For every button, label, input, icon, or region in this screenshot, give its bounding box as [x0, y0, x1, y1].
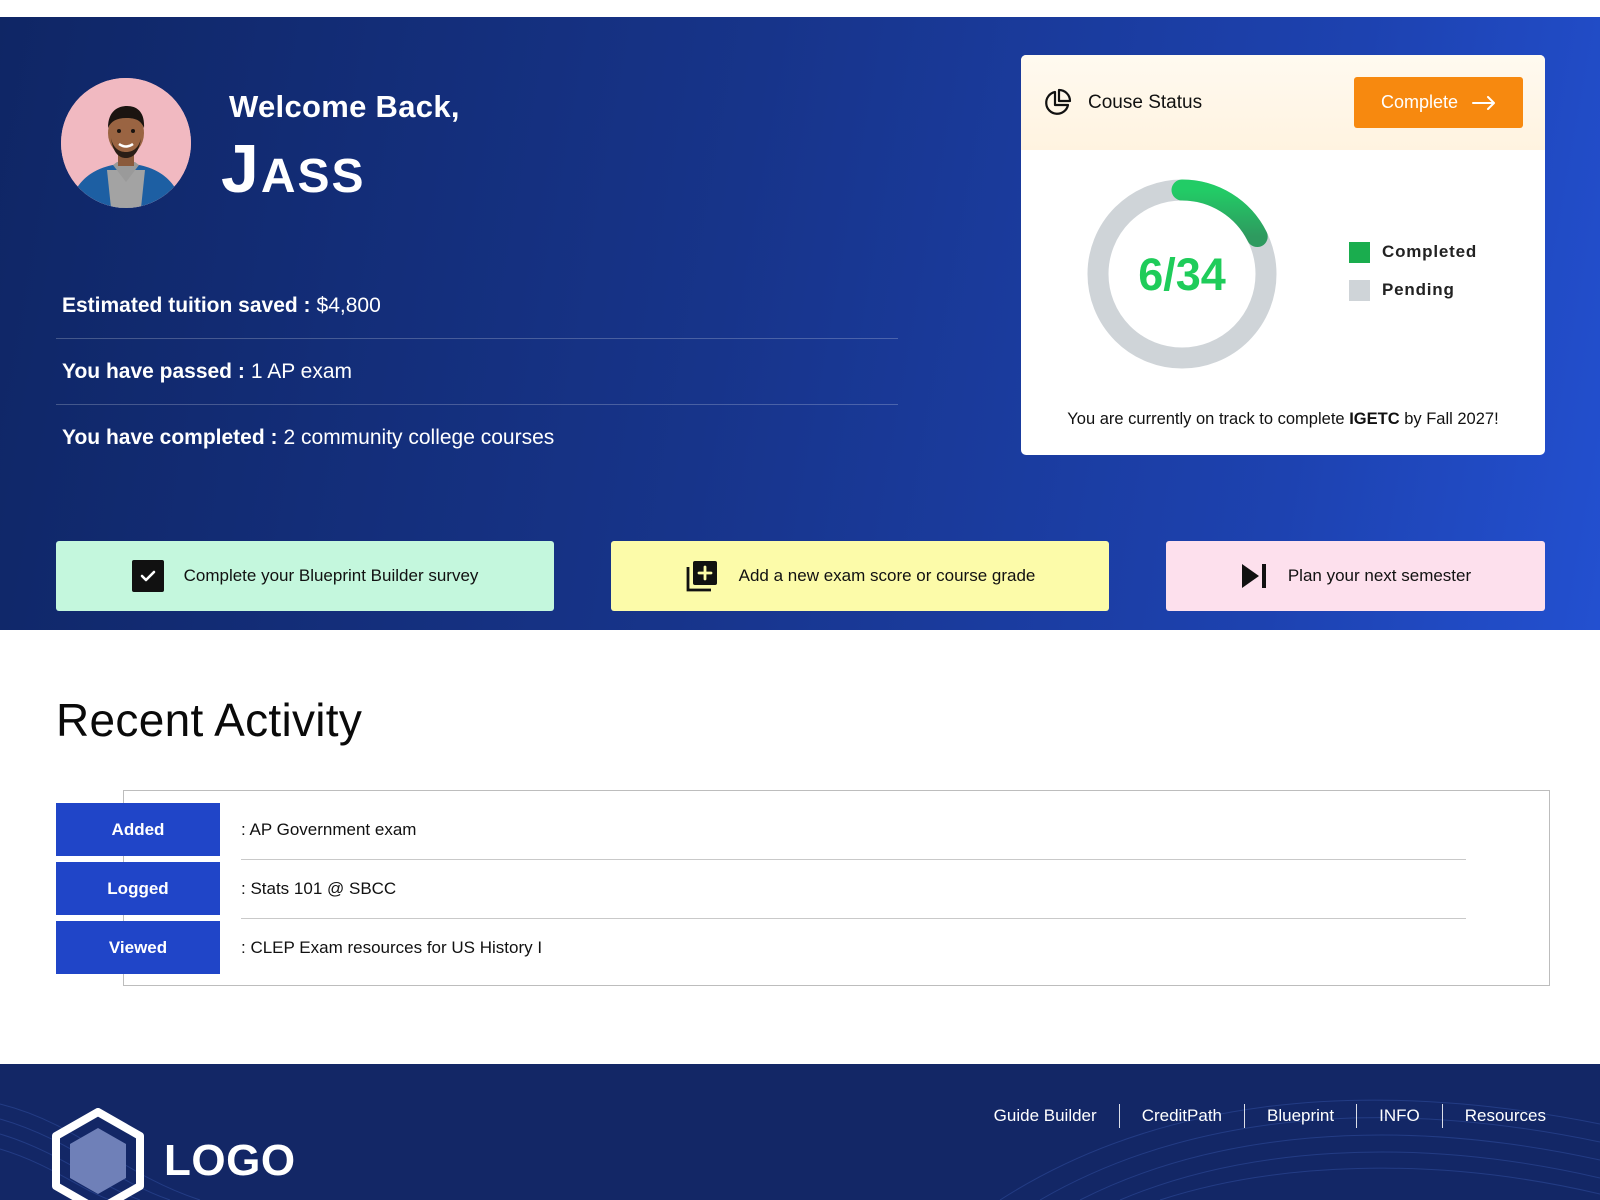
top-strip	[0, 0, 1600, 17]
checkbox-icon	[131, 560, 164, 592]
note-suffix: by Fall 2027!	[1404, 410, 1499, 428]
footer-link-creditpath[interactable]: CreditPath	[1118, 1104, 1244, 1128]
activity-text: : AP Government exam	[241, 819, 417, 839]
complete-button[interactable]: Complete	[1354, 77, 1523, 128]
activity-tag: Added	[56, 803, 220, 856]
footer-logo[interactable]: LOGO	[50, 1108, 296, 1200]
activity-text: : CLEP Exam resources for US History I	[241, 937, 543, 957]
stat-exams-passed: You have passed : 1 AP exam	[56, 339, 898, 405]
note-bold: IGETC	[1349, 410, 1400, 428]
course-status-card: Couse Status Complete 6/34 Completed Pen…	[1021, 55, 1545, 455]
plan-semester-button[interactable]: Plan your next semester	[1166, 541, 1545, 611]
row-divider	[241, 918, 1466, 919]
plan-semester-label: Plan your next semester	[1287, 566, 1472, 585]
legend-pending: Pending	[1349, 271, 1477, 309]
progress-text: 6/34	[1138, 249, 1226, 300]
legend-pending-label: Pending	[1382, 280, 1455, 299]
skip-next-icon	[1240, 562, 1268, 590]
hero-banner: Welcome Back, Jass Estimated tuition sav…	[0, 17, 1600, 630]
footer-link-blueprint[interactable]: Blueprint	[1244, 1104, 1356, 1128]
status-note: You are currently on track to complete I…	[1021, 410, 1545, 429]
status-title: Couse Status	[1088, 91, 1203, 113]
stat-value: $4,800	[316, 293, 381, 317]
recent-activity-title: Recent Activity	[56, 694, 363, 746]
avatar	[61, 78, 191, 208]
arrow-right-icon	[1472, 95, 1496, 110]
activity-text: : Stats 101 @ SBCC	[241, 878, 397, 898]
activity-row[interactable]: Viewed : CLEP Exam resources for US Hist…	[56, 921, 1466, 974]
stat-value: 1 AP exam	[250, 359, 353, 383]
completed-swatch	[1349, 241, 1370, 263]
stat-label: Estimated tuition saved :	[62, 293, 311, 317]
row-divider	[241, 859, 1466, 860]
stat-value: 2 community college courses	[283, 426, 555, 449]
activity-tag: Logged	[56, 862, 220, 915]
activity-row[interactable]: Logged : Stats 101 @ SBCC	[56, 862, 1466, 915]
stat-tuition-saved: Estimated tuition saved : $4,800	[56, 273, 898, 339]
legend-completed: Completed	[1349, 233, 1477, 271]
note-prefix: You are currently on track to complete	[1067, 410, 1345, 428]
welcome-text: Welcome Back,	[229, 89, 460, 124]
donut-progress-arc	[1171, 179, 1268, 248]
progress-donut: 6/34	[1087, 179, 1277, 369]
add-library-icon	[685, 559, 719, 593]
blueprint-survey-label: Complete your Blueprint Builder survey	[183, 566, 479, 585]
user-name: Jass	[221, 131, 366, 207]
logo-text: LOGO	[164, 1136, 296, 1185]
status-card-header: Couse Status Complete	[1021, 55, 1545, 150]
stat-label: You have completed :	[62, 426, 278, 449]
legend-completed-label: Completed	[1382, 242, 1478, 261]
activity-row[interactable]: Added : AP Government exam	[56, 803, 1466, 856]
stat-label: You have passed :	[62, 359, 245, 383]
footer-link-info[interactable]: INFO	[1356, 1104, 1442, 1128]
pending-swatch	[1349, 279, 1370, 301]
blueprint-survey-button[interactable]: Complete your Blueprint Builder survey	[56, 541, 554, 611]
complete-button-label: Complete	[1380, 92, 1459, 112]
pie-chart-icon	[1045, 88, 1072, 115]
stat-courses-completed: You have completed : 2 community college…	[56, 405, 898, 471]
add-exam-score-button[interactable]: Add a new exam score or course grade	[611, 541, 1109, 611]
footer-nav: Guide Builder CreditPath Blueprint INFO …	[972, 1104, 1546, 1128]
footer-link-resources[interactable]: Resources	[1441, 1104, 1546, 1128]
hexagon-logo-icon	[52, 1108, 144, 1200]
footer: LOGO Guide Builder CreditPath Blueprint …	[0, 1064, 1600, 1200]
activity-tag: Viewed	[56, 921, 220, 974]
chart-legend: Completed Pending	[1349, 233, 1477, 309]
footer-link-guide-builder[interactable]: Guide Builder	[972, 1104, 1119, 1128]
stats-list: Estimated tuition saved : $4,800 You hav…	[56, 273, 898, 471]
add-exam-score-label: Add a new exam score or course grade	[738, 566, 1036, 585]
